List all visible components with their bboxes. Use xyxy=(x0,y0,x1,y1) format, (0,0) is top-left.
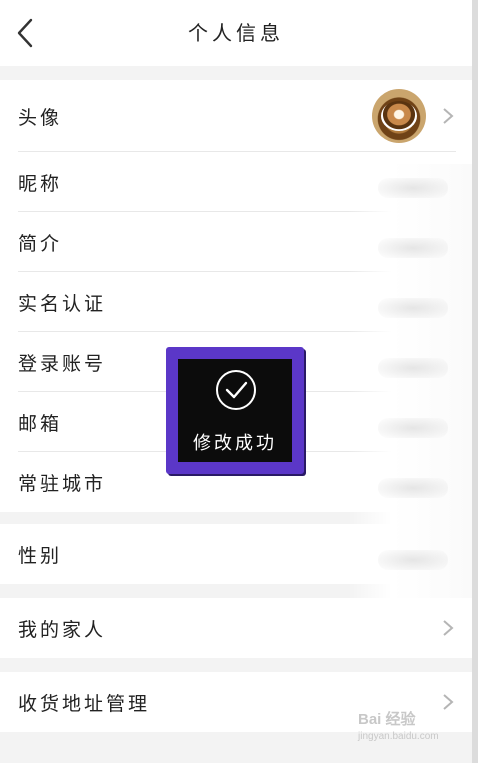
page: 个人信息 头像 昵称 简介 实名认证 登录账号 邮箱 常驻城市 性别 我的家人 … xyxy=(0,0,472,763)
right-edge xyxy=(472,0,478,763)
city-label: 常驻城市 xyxy=(18,472,107,495)
nickname-label: 昵称 xyxy=(18,172,63,195)
family-row[interactable]: 我的家人 xyxy=(0,598,472,658)
bio-label: 简介 xyxy=(18,232,63,255)
gender-label: 性别 xyxy=(18,544,63,567)
login-account-label: 登录账号 xyxy=(18,352,107,375)
watermark-text: Bai 经验 xyxy=(358,711,416,728)
email-label: 邮箱 xyxy=(18,412,63,435)
family-section: 我的家人 xyxy=(0,598,472,658)
verification-label: 实名认证 xyxy=(18,292,107,315)
avatar-row[interactable]: 头像 xyxy=(0,80,472,152)
chevron-right-icon xyxy=(443,108,454,124)
family-label: 我的家人 xyxy=(18,618,107,641)
success-toast: 修改成功 xyxy=(166,347,304,474)
address-label: 收货地址管理 xyxy=(18,692,151,715)
checkmark-circle-icon xyxy=(216,370,256,410)
watermark-url: jingyan.baidu.com xyxy=(358,731,439,742)
chevron-right-icon xyxy=(443,620,454,636)
nav-bar: 个人信息 xyxy=(0,0,472,66)
avatar[interactable] xyxy=(372,89,426,143)
watermark: Bai 经验 jingyan.baidu.com xyxy=(358,708,439,742)
coffee-cup-icon xyxy=(381,101,417,131)
toast-body: 修改成功 xyxy=(178,359,292,462)
toast-message: 修改成功 xyxy=(193,433,277,454)
chevron-right-icon xyxy=(443,694,454,710)
avatar-label: 头像 xyxy=(18,106,63,129)
blurred-values xyxy=(348,164,472,598)
page-title: 个人信息 xyxy=(188,21,284,45)
